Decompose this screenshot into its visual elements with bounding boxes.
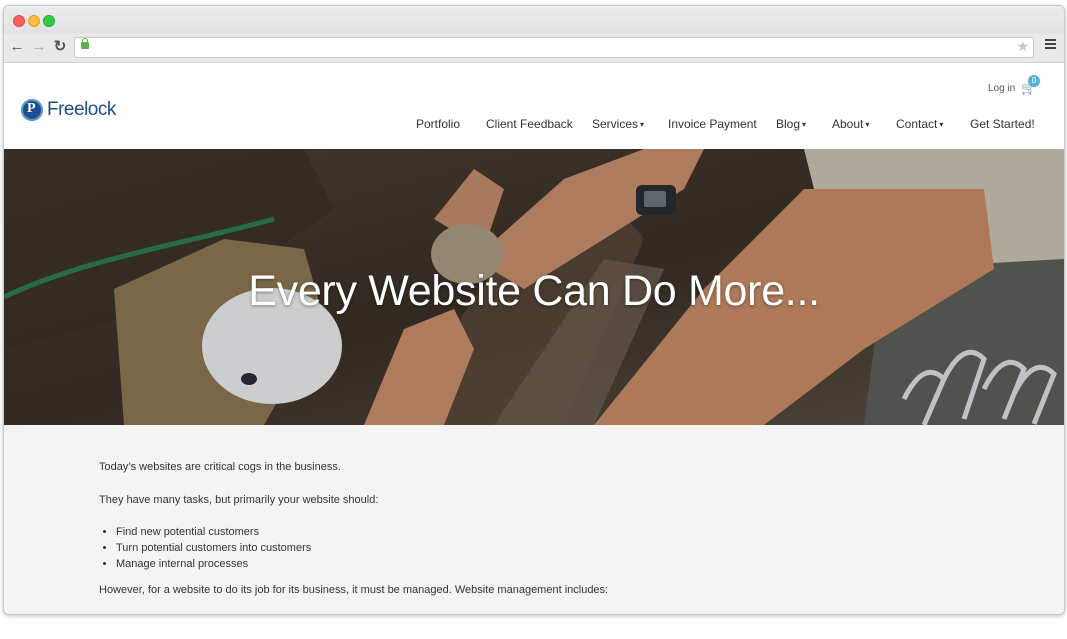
- address-bar[interactable]: ★: [74, 37, 1034, 58]
- caret-down-icon: ▾: [865, 120, 870, 130]
- nav-contact[interactable]: Contact ▾: [896, 117, 943, 131]
- site-header: Freelock Log in 🛒 0 Portfolio Client Fee…: [4, 63, 1064, 150]
- minimize-window-button[interactable]: [28, 15, 40, 27]
- list-item: Manage internal processes: [116, 557, 311, 571]
- list-item: Find new potential customers: [116, 525, 311, 539]
- caret-down-icon: ▾: [640, 120, 645, 130]
- maximize-window-button[interactable]: [43, 15, 55, 27]
- tasks-list: Find new potential customers Turn potent…: [99, 525, 311, 573]
- browser-window: ← → ↻ ★ Freelock Log in 🛒 0 Portfolio Cl…: [3, 5, 1065, 615]
- reload-icon[interactable]: ↻: [51, 38, 69, 56]
- arrow-left-icon[interactable]: ←: [8, 38, 26, 56]
- arrow-right-icon[interactable]: →: [30, 38, 48, 56]
- main-navigation: Portfolio Client Feedback Services ▾ Invo…: [4, 117, 1064, 133]
- nav-client-feedback[interactable]: Client Feedback: [486, 117, 573, 131]
- close-window-button[interactable]: [13, 15, 25, 27]
- nav-blog[interactable]: Blog ▾: [776, 117, 806, 131]
- lock-icon: [81, 38, 89, 49]
- caret-down-icon: ▾: [939, 120, 944, 130]
- caret-down-icon: ▾: [802, 120, 807, 130]
- main-content: Today’s websites are critical cogs in th…: [4, 425, 1064, 614]
- tasks-paragraph: They have many tasks, but primarily your…: [99, 494, 379, 506]
- nav-portfolio[interactable]: Portfolio: [416, 117, 460, 131]
- cart-count-badge: 0: [1028, 75, 1040, 87]
- nav-invoice-payment[interactable]: Invoice Payment: [668, 117, 757, 131]
- management-paragraph: However, for a website to do its job for…: [99, 584, 609, 596]
- title-bar: [4, 6, 1064, 34]
- list-item: Turn potential customers into customers: [116, 541, 311, 555]
- hamburger-menu-icon[interactable]: [1045, 39, 1056, 51]
- nav-about[interactable]: About ▾: [832, 117, 869, 131]
- nav-get-started[interactable]: Get Started!: [970, 117, 1035, 131]
- browser-toolbar: ← → ↻ ★: [4, 34, 1064, 63]
- nav-services[interactable]: Services ▾: [592, 117, 644, 131]
- star-icon[interactable]: ★: [1016, 38, 1029, 55]
- hero-title: Every Website Can Do More...: [248, 267, 820, 315]
- intro-paragraph: Today’s websites are critical cogs in th…: [99, 461, 341, 473]
- login-link[interactable]: Log in: [988, 83, 1015, 94]
- hero-banner: Every Website Can Do More...: [4, 149, 1064, 425]
